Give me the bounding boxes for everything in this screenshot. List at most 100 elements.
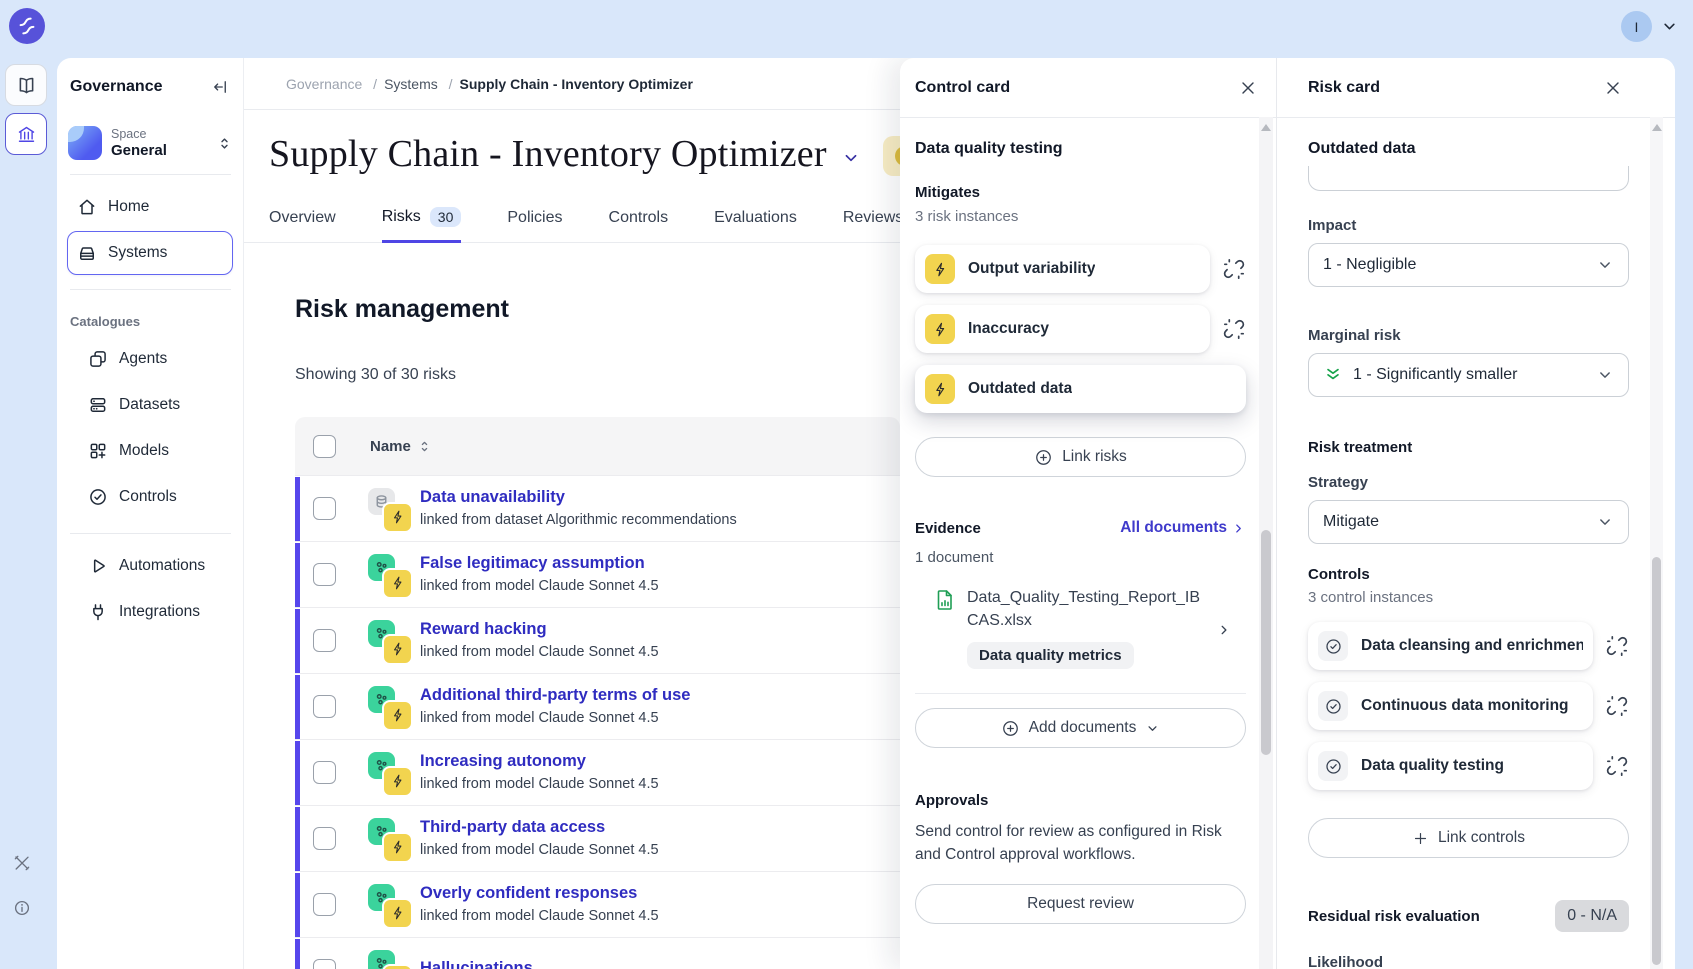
governance-rail-button[interactable] (5, 113, 47, 155)
tab[interactable]: Evaluations (714, 209, 797, 243)
strategy-select[interactable]: Mitigate (1308, 500, 1629, 544)
risk-name-link[interactable]: Increasing autonomy (420, 752, 659, 772)
account-chevron-down-icon[interactable] (1660, 17, 1679, 36)
row-checkbox[interactable] (313, 695, 336, 718)
close-icon[interactable] (1238, 78, 1258, 98)
title-chevron-down-icon[interactable] (841, 148, 861, 168)
row-checkbox[interactable] (313, 959, 336, 969)
plus-circle-icon (1001, 719, 1020, 738)
sidebar-item[interactable]: Systems (67, 231, 233, 275)
unlink-icon[interactable] (1222, 257, 1246, 281)
app-logo[interactable] (9, 8, 45, 44)
tab[interactable]: Controls (609, 209, 669, 243)
add-documents-button[interactable]: Add documents (915, 708, 1246, 748)
scrollbar-thumb[interactable] (1261, 530, 1271, 755)
risk-subtitle: linked from model Claude Sonnet 4.5 (420, 842, 659, 859)
risk-name-link[interactable]: Hallucinations (420, 959, 533, 969)
sidebar: Governance Space General Home Systems Ca… (57, 58, 244, 969)
document-row[interactable]: Data_Quality_Testing_Report_IBCAS.xlsx (915, 586, 1246, 632)
sidebar-item[interactable]: Automations (67, 544, 233, 588)
table-row[interactable]: Increasing autonomy linked from model Cl… (295, 739, 900, 805)
scrollbar-track[interactable] (1259, 117, 1273, 969)
table-row[interactable]: Additional third-party terms of use link… (295, 673, 900, 739)
scroll-up-arrow[interactable] (1652, 124, 1662, 131)
link-risks-button[interactable]: Link risks (915, 437, 1246, 477)
tab[interactable]: Policies (507, 209, 562, 243)
tab[interactable]: Reviews (843, 209, 900, 243)
double-chevron-down-icon (1323, 365, 1343, 385)
sidebar-item[interactable]: Integrations (67, 590, 233, 634)
table-row[interactable]: Reward hacking linked from model Claude … (295, 607, 900, 673)
tools-icon[interactable] (12, 853, 32, 873)
marginal-risk-select[interactable]: 1 - Significantly smaller (1308, 353, 1629, 397)
risk-name-link[interactable]: False legitimacy assumption (420, 554, 659, 574)
risk-name-link[interactable]: Additional third-party terms of use (420, 686, 690, 706)
impact-select[interactable]: 1 - Negligible (1308, 243, 1629, 287)
risk-chip[interactable]: Outdated data (915, 365, 1246, 413)
chevron-right-icon (1231, 521, 1246, 536)
breadcrumb-item[interactable]: Systems / (384, 76, 459, 92)
sort-icon[interactable] (417, 439, 432, 454)
row-checkbox[interactable] (313, 827, 336, 850)
risk-name-link[interactable]: Data unavailability (420, 488, 737, 508)
sidebar-item[interactable]: Controls (67, 475, 233, 519)
scrollbar-thumb[interactable] (1652, 557, 1661, 965)
risk-name-link[interactable]: Third-party data access (420, 818, 659, 838)
scroll-up-arrow[interactable] (1261, 124, 1271, 131)
check-circle-icon (1318, 751, 1348, 781)
info-icon[interactable] (13, 899, 31, 917)
risk-name-link[interactable]: Reward hacking (420, 620, 659, 640)
select-all-checkbox[interactable] (313, 435, 336, 458)
app-rail (0, 0, 57, 969)
row-checkbox[interactable] (313, 761, 336, 784)
breadcrumb-item[interactable]: Supply Chain - Inventory Optimizer / (460, 76, 693, 92)
avatar[interactable]: I (1621, 11, 1652, 42)
sidebar-item-label: Systems (108, 244, 167, 262)
sidebar-item[interactable]: Datasets (67, 383, 233, 427)
control-chip[interactable]: Data cleansing and enrichment (1308, 622, 1593, 670)
table-row[interactable]: Hallucinations (295, 937, 900, 969)
all-documents-link[interactable]: All documents (1120, 519, 1246, 537)
link-controls-button[interactable]: Link controls (1308, 818, 1629, 858)
row-checkbox[interactable] (313, 893, 336, 916)
systems-icon (77, 243, 97, 263)
row-status-bar (295, 477, 300, 541)
tab[interactable]: Risks 30 (382, 207, 462, 243)
collapse-sidebar-icon[interactable] (211, 78, 229, 96)
table-row[interactable]: Third-party data access linked from mode… (295, 805, 900, 871)
risk-treatment-label: Risk treatment (1308, 439, 1629, 456)
sidebar-item[interactable]: Models (67, 429, 233, 473)
name-column-header[interactable]: Name (370, 438, 432, 455)
clipped-select[interactable] (1308, 166, 1629, 191)
breadcrumb-item[interactable]: Governance / (286, 76, 384, 92)
row-checkbox[interactable] (313, 563, 336, 586)
unlink-icon[interactable] (1605, 634, 1629, 658)
control-chip-row: Continuous data monitoring (1308, 682, 1629, 730)
space-switcher[interactable]: Space General (68, 126, 233, 160)
risk-source-icons (368, 554, 410, 596)
models-icon (88, 441, 108, 461)
risk-chip[interactable]: Inaccuracy (915, 305, 1210, 353)
table-row[interactable]: False legitimacy assumption linked from … (295, 541, 900, 607)
tab-label: Evaluations (714, 209, 797, 227)
risk-source-icons (368, 620, 410, 662)
risk-level-badge[interactable]: Med (883, 136, 900, 176)
scrollbar-track[interactable] (1650, 117, 1663, 969)
row-checkbox[interactable] (313, 629, 336, 652)
unlink-icon[interactable] (1222, 317, 1246, 341)
risk-chip[interactable]: Output variability (915, 245, 1210, 293)
library-rail-button[interactable] (5, 64, 47, 106)
sidebar-item[interactable]: Home (67, 185, 233, 229)
control-chip[interactable]: Data quality testing (1308, 742, 1593, 790)
row-checkbox[interactable] (313, 497, 336, 520)
close-icon[interactable] (1603, 78, 1623, 98)
control-chip[interactable]: Continuous data monitoring (1308, 682, 1593, 730)
unlink-icon[interactable] (1605, 694, 1629, 718)
request-review-button[interactable]: Request review (915, 884, 1246, 924)
risk-name-link[interactable]: Overly confident responses (420, 884, 659, 904)
tab[interactable]: Overview (269, 209, 336, 243)
sidebar-item[interactable]: Agents (67, 337, 233, 381)
table-row[interactable]: Overly confident responses linked from m… (295, 871, 900, 937)
unlink-icon[interactable] (1605, 754, 1629, 778)
table-row[interactable]: Data unavailability linked from dataset … (295, 475, 900, 541)
